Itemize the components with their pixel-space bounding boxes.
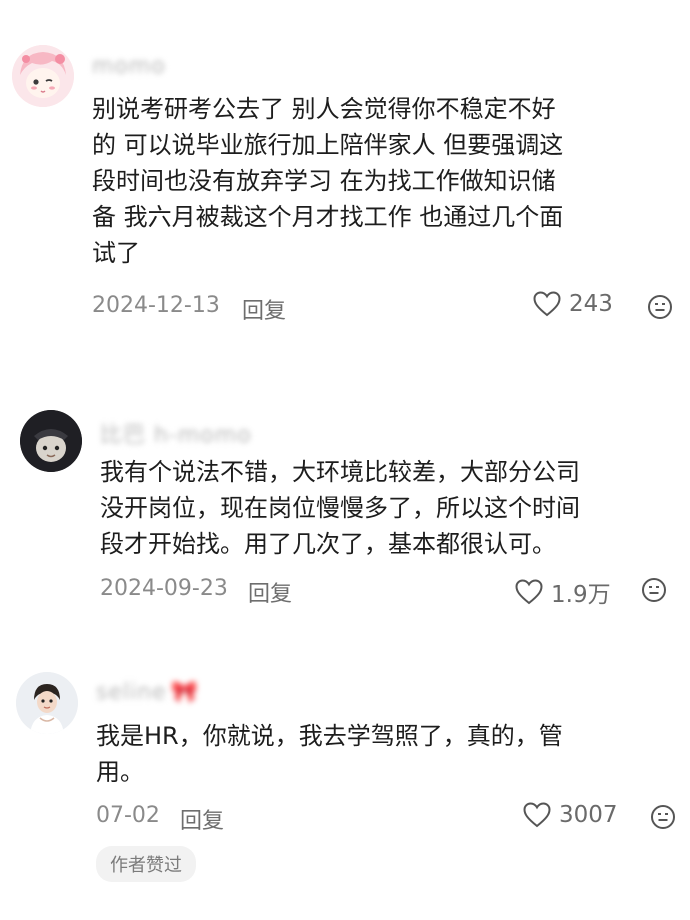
comment-line: 别说考研考公去了 别人会觉得你不稳定不好 xyxy=(92,95,556,123)
like-count: 243 xyxy=(569,291,613,317)
like-count: 1.9万 xyxy=(551,582,611,608)
comment-line: 我有个说法不错，大环境比较差，大部分公司 xyxy=(100,458,580,486)
like-button[interactable]: 1.9万 xyxy=(515,575,611,609)
comment-text: 我有个说法不错，大环境比较差，大部分公司 没开岗位，现在岗位慢慢多了，所以这个时… xyxy=(100,454,580,562)
comment-line: 试了 xyxy=(92,239,140,267)
avatar[interactable] xyxy=(20,410,82,472)
heart-outline-icon xyxy=(533,291,561,317)
comment-line: 段才开始找。用了几次了，基本都很认可。 xyxy=(100,530,556,558)
comment-line: 我是HR，你就说，我去学驾照了，真的，管 xyxy=(96,722,563,750)
heart-outline-icon xyxy=(523,802,551,828)
comment-line: 的 可以说毕业旅行加上陪伴家人 但要强调这 xyxy=(92,131,564,159)
comment-line: 备 我六月被裁这个月才找工作 也通过几个面 xyxy=(92,203,564,231)
comment-line: 没开岗位，现在岗位慢慢多了，所以这个时间 xyxy=(100,494,580,522)
comment-text: 我是HR，你就说，我去学驾照了，真的，管 用。 xyxy=(96,718,563,790)
username[interactable]: seline 🎀 xyxy=(96,680,199,705)
author-liked-badge: 作者赞过 xyxy=(96,846,196,882)
bow-icon: 🎀 xyxy=(170,680,200,705)
avatar-photo-icon xyxy=(20,410,82,472)
smiley-face-icon[interactable] xyxy=(641,577,667,603)
avatar-anime-girl-icon xyxy=(12,45,74,107)
like-count: 3007 xyxy=(559,802,618,828)
reply-button[interactable]: 回复 xyxy=(180,803,224,835)
comment-line: 用。 xyxy=(96,758,144,786)
reply-button[interactable]: 回复 xyxy=(242,293,286,325)
heart-outline-icon xyxy=(515,579,543,605)
comment-date: 07-02 xyxy=(96,803,160,828)
username[interactable]: momo xyxy=(92,54,166,79)
comment-line: 段时间也没有放弃学习 在为找工作做知识储 xyxy=(92,167,556,195)
avatar-person-icon xyxy=(16,672,78,734)
username-text: seline xyxy=(96,680,167,705)
comment-text: 别说考研考公去了 别人会觉得你不稳定不好 的 可以说毕业旅行加上陪伴家人 但要强… xyxy=(92,91,563,271)
username[interactable]: 比巴 h-momo xyxy=(100,417,252,449)
smiley-face-icon[interactable] xyxy=(647,294,673,320)
comment-date: 2024-12-13 xyxy=(92,293,220,318)
like-button[interactable]: 3007 xyxy=(523,802,618,828)
reply-button[interactable]: 回复 xyxy=(248,576,292,608)
smiley-face-icon[interactable] xyxy=(650,804,676,830)
like-button[interactable]: 243 xyxy=(533,291,613,317)
avatar[interactable] xyxy=(16,672,78,734)
avatar[interactable] xyxy=(12,45,74,107)
comment-date: 2024-09-23 xyxy=(100,576,228,601)
